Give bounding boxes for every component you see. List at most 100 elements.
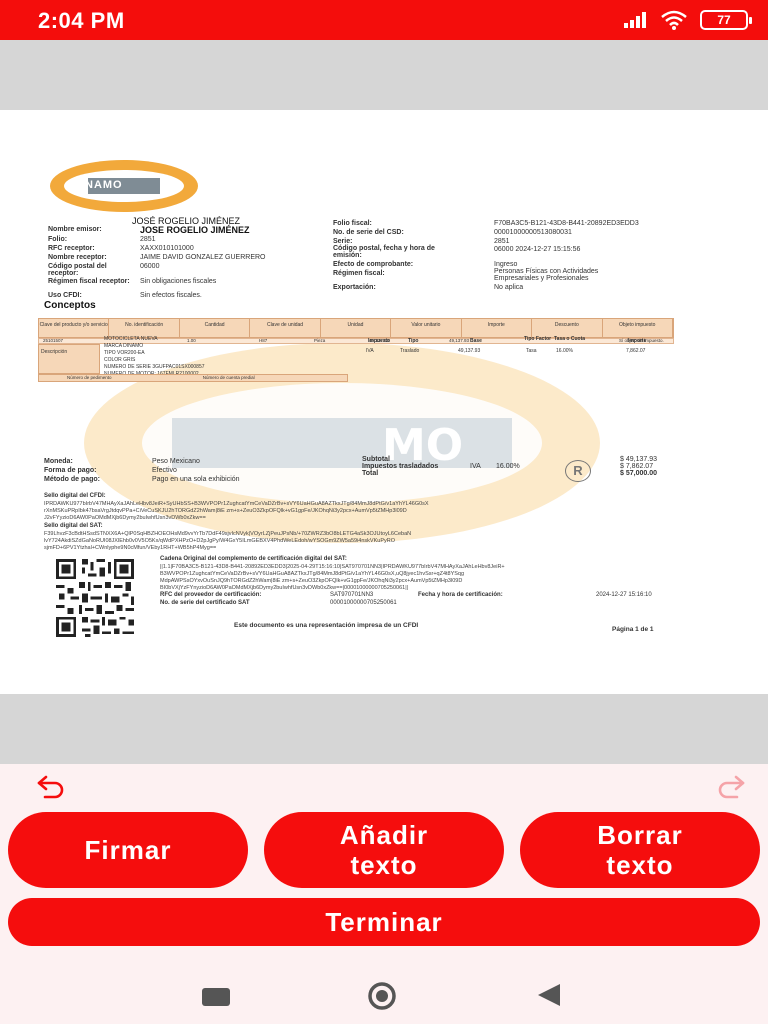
sello-cfdi-line: rXnMSKuPRpIbk47bsaVrgJtdqvPPa+CiVeCuSKJU… [44, 508, 407, 514]
page-number: Página 1 de 1 [612, 626, 654, 633]
back-icon[interactable] [534, 982, 562, 1008]
desc-line: MOTOCICLETA NUEVA [104, 336, 158, 342]
th-objeto-impuesto: Objeto impuesto [603, 319, 673, 337]
label-cp-receptor: Código postal del receptor: [48, 263, 107, 277]
label-nombre-receptor: Nombre receptor: [48, 254, 107, 261]
descripcion-label: Descripción [41, 349, 68, 355]
dinamo-logo [50, 160, 198, 212]
sello-cfdi-line: J2vFYyzioD6AW0PaOMdMXjb6Dymy2buIwhfUsn3v… [44, 515, 206, 521]
viewer-top-margin [0, 40, 768, 110]
qr-code [53, 556, 137, 640]
th-clave: Clave del producto y/o servicio [39, 319, 110, 337]
label-impuestos: Impuestos trasladados [362, 463, 439, 470]
td-unidad: Pieza [314, 338, 326, 343]
label-rfc-certificacion: RFC del proveedor de certificación: [160, 592, 262, 598]
sign-button-label: Firmar [84, 835, 172, 865]
label-regimen-fiscal: Régimen fiscal: [333, 270, 385, 277]
home-icon[interactable] [362, 982, 402, 1010]
value-moneda: Peso Mexicano [152, 458, 200, 465]
value-exportacion: No aplica [494, 284, 524, 291]
descripcion-cell: Descripción [38, 344, 100, 374]
imp-value: IVA [366, 348, 374, 354]
label-folio-fiscal: Folio fiscal: [333, 220, 372, 227]
imp-value: Tasa [526, 348, 537, 354]
value-serie-csd: 00001000000513080031 [494, 229, 572, 236]
value-nombre-emisor: JOSE ROGELIO JIMÉNEZ [140, 225, 250, 235]
value-rfc-receptor: XAXX010101000 [140, 245, 194, 252]
label-regimen-receptor: Régimen fiscal receptor: [48, 278, 130, 285]
th-valor-unitario: Valor unitario [391, 319, 462, 337]
th-unidad: Unidad [321, 319, 392, 337]
label-sello-cfdi: Sello digital del CFDI: [44, 493, 106, 499]
value-serie: 2851 [494, 238, 510, 245]
label-nombre-emisor: Nombre emisor: [48, 226, 102, 233]
finish-button[interactable]: Terminar [8, 898, 760, 946]
imp-header: Impuesto [368, 338, 391, 344]
label-serie: Serie: [333, 238, 353, 245]
label-cadena-original: Cadena Original del complemento de certi… [160, 556, 347, 562]
wifi-icon [661, 10, 687, 30]
status-time: 2:04 PM [38, 8, 125, 33]
value-fecha-certificacion: 2024-12-27 15:16:10 [596, 592, 652, 598]
status-icons: 77 [624, 10, 752, 30]
document-page[interactable]: MO DINAMO JOSÉ ROGELIO JIMÉNEZ Nombre em… [0, 110, 768, 694]
label-rfc-receptor: RFC receptor: [48, 245, 95, 252]
delete-text-button-label: Borrar texto [597, 820, 683, 880]
imp-header: Tipo Factor [524, 336, 552, 342]
cadena-line: ||1.1|F70BA3C5-B121-43D8-B441-20892ED3ED… [160, 564, 505, 570]
sign-button[interactable]: Firmar [8, 812, 248, 888]
value-regimen-receptor: Sin obligaciones fiscales [140, 278, 217, 285]
imp-value: 7,862.07 [626, 348, 646, 354]
label-forma-pago: Forma de pago: [44, 467, 97, 474]
registered-mark-icon: R [565, 460, 591, 482]
value-metodo-pago: Pago en una sola exhibición [152, 476, 240, 483]
value-regimen-fiscal: Personas Físicas con Actividades Empresa… [494, 268, 599, 282]
value-total: $ 57,000.00 [620, 470, 657, 477]
finish-button-label: Terminar [325, 907, 443, 937]
label-exportacion: Exportación: [333, 284, 376, 291]
desc-line: TIPO VOR200-EA [104, 350, 145, 356]
label-subtotal: Subtotal [362, 456, 390, 463]
label-efecto: Efecto de comprobante: [333, 261, 414, 268]
label-total: Total [362, 470, 379, 477]
add-text-button-label: Añadir texto [339, 820, 429, 880]
label-iva: IVA [470, 463, 481, 470]
value-folio-fiscal: F70BA3C5-B121-43D8-B441-20892ED3EDD3 [494, 220, 639, 227]
desc-line: COLOR GRIS [104, 357, 136, 363]
imp-value: 49,137.93 [458, 348, 481, 354]
recent-apps-icon[interactable] [202, 988, 230, 1006]
th-no-identificacion: No. identificación [109, 319, 180, 337]
desc-line: MARCA DINAMO [104, 343, 144, 349]
value-cp-fecha: 06000 2024-12-27 15:15:56 [494, 246, 581, 253]
predial-label: Número de cuenta predial [202, 375, 255, 380]
conceptos-table-header: Clave del producto y/o servicio No. iden… [38, 318, 674, 338]
td-importe: 49,137.93 [449, 338, 470, 343]
redo-icon[interactable] [716, 774, 746, 800]
imp-header: Tipo [408, 338, 419, 344]
value-nombre-receptor: JAIME DAVID GONZALEZ GUERRERO [140, 254, 266, 261]
label-sello-sat: Sello digital del SAT: [44, 523, 103, 529]
signal-icon [624, 12, 646, 28]
delete-text-button[interactable]: Borrar texto [520, 812, 760, 888]
add-text-button[interactable]: Añadir texto [264, 812, 504, 888]
label-metodo-pago: Método de pago: [44, 476, 100, 483]
th-importe: Importe [462, 319, 533, 337]
cadena-line: MdpAWPSsOYxvOuSnJQ9hTORGdZ2hWam|8iE zm+s… [160, 578, 463, 584]
cadena-line: B3WVPOPr1ZughcatYmCeVaDZrBv+sVY6UaHGuA8A… [160, 571, 465, 577]
label-fecha-certificacion: Fecha y hora de certificación: [418, 592, 503, 598]
value-uso-cfdi: Sin efectos fiscales. [140, 292, 202, 299]
value-efecto: Ingreso [494, 261, 518, 268]
value-forma-pago: Efectivo [152, 467, 177, 474]
th-clave-unidad: Clave de unidad [250, 319, 321, 337]
th-descuento: Descuento [532, 319, 603, 337]
logo-text: DINAMO [72, 179, 123, 191]
td-cantidad: 1.00 [187, 338, 196, 343]
value-subtotal: $ 49,137.93 [620, 456, 657, 463]
value-cp-receptor: 06000 [140, 263, 160, 270]
label-folio: Folio: [48, 236, 68, 243]
footer-text: Este documento es una representación imp… [234, 622, 419, 629]
undo-icon[interactable] [36, 774, 66, 800]
label-uso-cfdi: Uso CFDI: [48, 292, 82, 299]
label-moneda: Moneda: [44, 458, 73, 465]
cadena-line: BI0bVXjYzFYnyzioD6AW0PaOMdMXjb6Dymy2buIw… [160, 585, 409, 591]
